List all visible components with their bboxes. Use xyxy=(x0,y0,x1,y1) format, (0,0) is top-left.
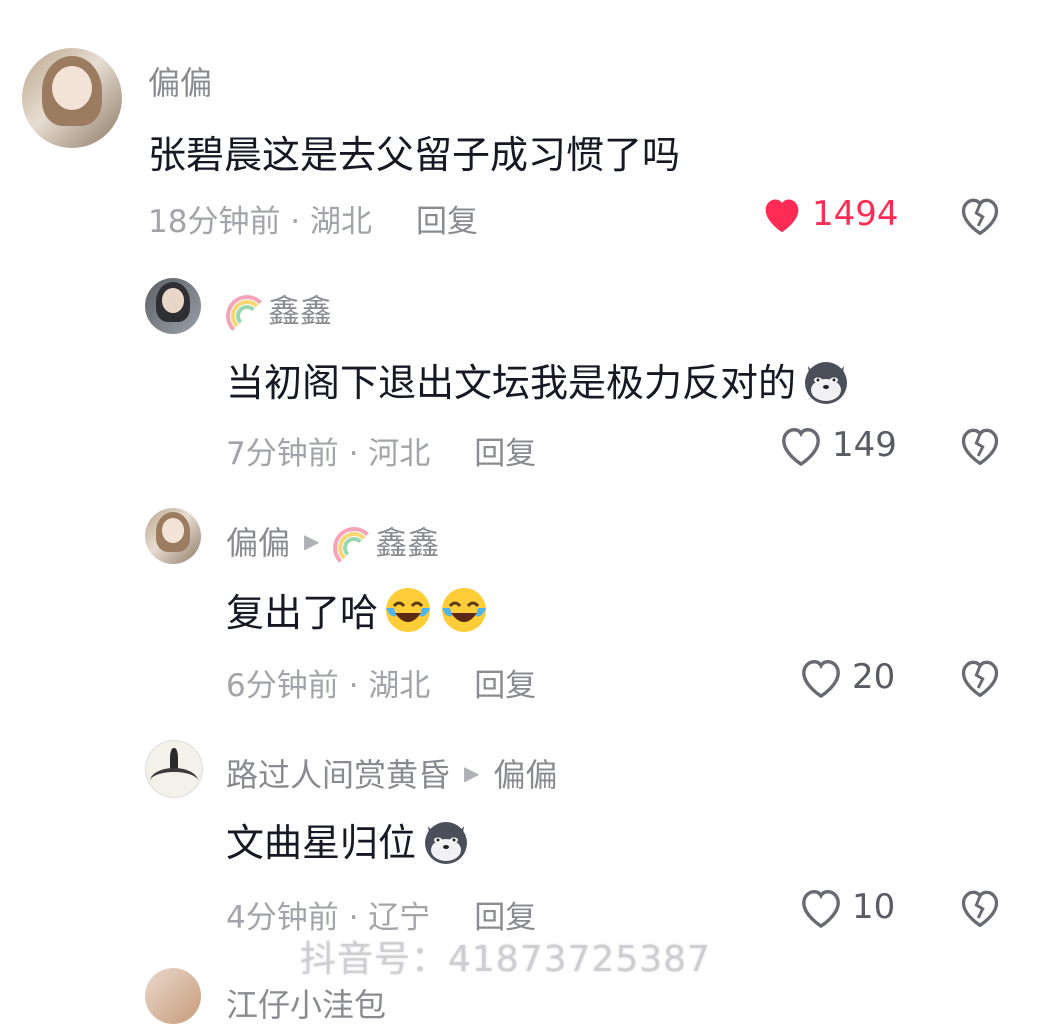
dog-emoji-icon xyxy=(425,821,468,864)
comment-meta: 6分钟前 · 湖北 回复 xyxy=(226,660,536,705)
like-button[interactable]: 10 xyxy=(798,886,895,928)
reply-arrow-icon: ▶ xyxy=(464,761,480,785)
dislike-button[interactable] xyxy=(958,424,1002,470)
laughing-crying-emoji-icon xyxy=(386,587,431,632)
reply-button[interactable]: 回复 xyxy=(474,660,536,705)
comment-author[interactable]: 江仔小洼包 xyxy=(226,980,386,1026)
dislike-button[interactable] xyxy=(958,194,1002,240)
dislike-button[interactable] xyxy=(958,656,1002,702)
comment-author[interactable]: 路过人间赏黄昏 xyxy=(226,750,450,796)
like-button[interactable]: 149 xyxy=(778,424,897,466)
comment-text-row: 文曲星归位 xyxy=(226,812,472,867)
comment-text-row: 复出了哈 xyxy=(226,582,490,637)
comment-author[interactable]: 偏偏 xyxy=(226,518,290,564)
reply-arrow-icon: ▶ xyxy=(304,529,320,553)
broken-heart-icon xyxy=(961,660,999,698)
comment-meta: 7分钟前 · 河北 回复 xyxy=(226,428,536,473)
like-count: 149 xyxy=(832,425,897,465)
heart-filled-icon xyxy=(765,199,799,233)
douyin-watermark: 抖音号：41873725387 xyxy=(300,939,711,980)
comment-text: 张碧晨这是去父留子成习惯了吗 xyxy=(148,133,681,177)
avatar[interactable] xyxy=(145,968,201,1024)
rainbow-icon xyxy=(333,521,376,569)
avatar[interactable] xyxy=(145,740,203,798)
like-count: 10 xyxy=(852,887,896,927)
comment-author-row: 路过人间赏黄昏 ▶ 偏偏 xyxy=(226,750,557,796)
broken-heart-icon xyxy=(961,428,999,466)
reply-to-name[interactable]: 偏偏 xyxy=(493,750,557,796)
comment-text: 复出了哈 xyxy=(226,591,379,635)
comment-author-row: 偏偏 ▶ 鑫鑫 xyxy=(226,518,439,569)
reply-button[interactable]: 回复 xyxy=(416,196,478,241)
time-location: 7分钟前 · 河北 xyxy=(226,436,431,472)
reply-button[interactable]: 回复 xyxy=(474,428,536,473)
broken-heart-icon xyxy=(961,890,999,928)
dog-emoji-icon xyxy=(805,361,848,404)
dislike-button[interactable] xyxy=(958,886,1002,932)
avatar[interactable] xyxy=(145,508,201,564)
heart-outline-icon xyxy=(802,890,840,928)
comment-author[interactable]: 鑫鑫 xyxy=(268,286,332,332)
comment-meta: 18分钟前 · 湖北 回复 xyxy=(148,196,478,241)
comment-author-row: 鑫鑫 xyxy=(226,286,332,337)
reply-to-name[interactable]: 鑫鑫 xyxy=(375,518,439,564)
comment-text-row: 当初阁下退出文坛我是极力反对的 xyxy=(226,352,852,407)
comment-author[interactable]: 偏偏 xyxy=(148,58,212,104)
rainbow-icon xyxy=(226,289,268,337)
time-location: 18分钟前 · 湖北 xyxy=(148,204,373,240)
avatar[interactable] xyxy=(145,278,201,334)
comment-text: 当初阁下退出文坛我是极力反对的 xyxy=(226,361,797,405)
heart-outline-icon xyxy=(802,660,840,698)
laughing-crying-emoji-icon xyxy=(442,587,487,632)
like-count: 1494 xyxy=(812,194,899,234)
heart-outline-icon xyxy=(782,428,820,466)
avatar[interactable] xyxy=(22,48,122,148)
like-button[interactable]: 1494 xyxy=(760,194,899,234)
time-location: 6分钟前 · 湖北 xyxy=(226,668,431,704)
comment-text: 文曲星归位 xyxy=(226,821,417,865)
broken-heart-icon xyxy=(961,198,999,236)
like-button[interactable]: 20 xyxy=(798,656,895,698)
like-count: 20 xyxy=(852,657,896,697)
